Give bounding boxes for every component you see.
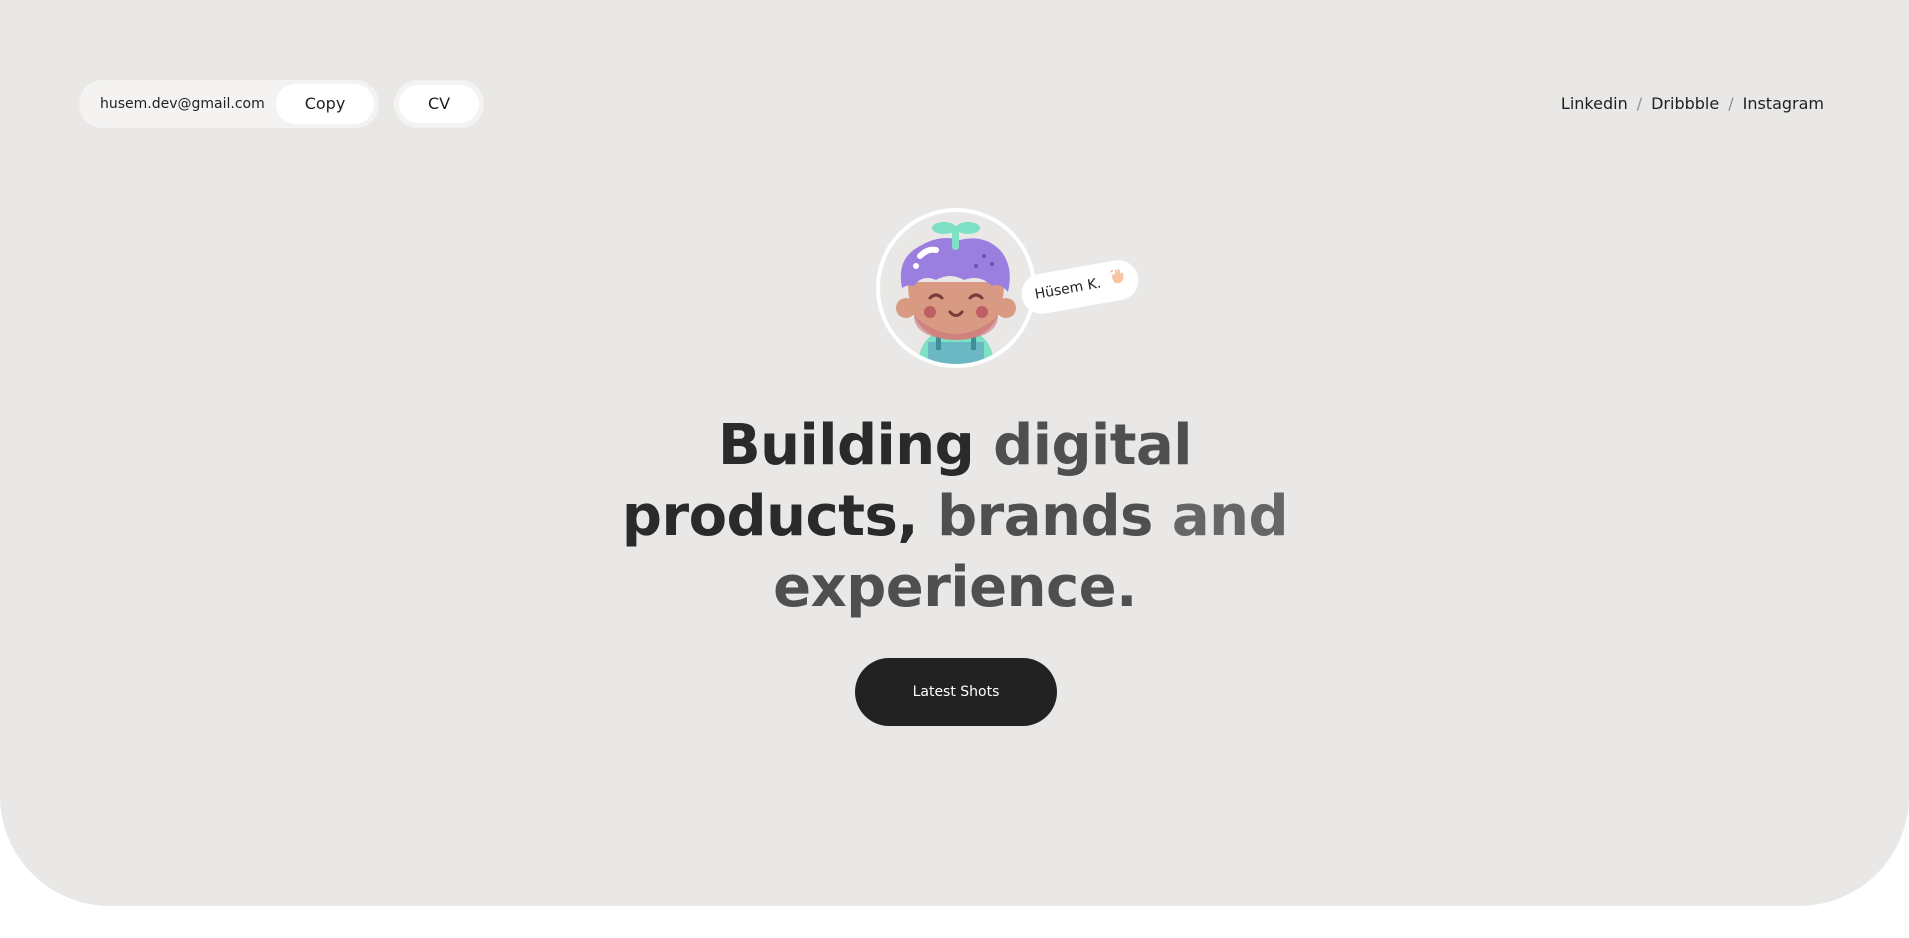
linkedin-link[interactable]: Linkedin: [1561, 92, 1628, 116]
name-tag: Hüsem K.: [1018, 257, 1142, 317]
link-separator: /: [1636, 94, 1643, 113]
latest-shots-button[interactable]: Latest Shots: [855, 658, 1057, 726]
link-separator: /: [1728, 94, 1734, 113]
name-tag-label: Hüsem K.: [1033, 275, 1103, 303]
cartoon-avatar-icon: [880, 212, 1032, 364]
hero-section: husem.dev@gmail.com Copy CV Linkedin / D…: [0, 0, 1909, 906]
avatar: [876, 208, 1036, 368]
waving-hand-icon: [1108, 259, 1129, 301]
cv-button[interactable]: CV: [394, 80, 484, 128]
instagram-link[interactable]: Instagram: [1743, 92, 1824, 116]
social-links: Linkedin / Dribbble / Instagram: [1561, 92, 1824, 116]
copy-email-button[interactable]: Copy: [276, 84, 374, 124]
page-title: Building digital products, brands and expe…: [621, 413, 1289, 620]
email-pill: husem.dev@gmail.com Copy: [79, 80, 379, 128]
dribbble-link[interactable]: Dribbble: [1651, 92, 1719, 116]
email-address: husem.dev@gmail.com: [100, 96, 265, 112]
